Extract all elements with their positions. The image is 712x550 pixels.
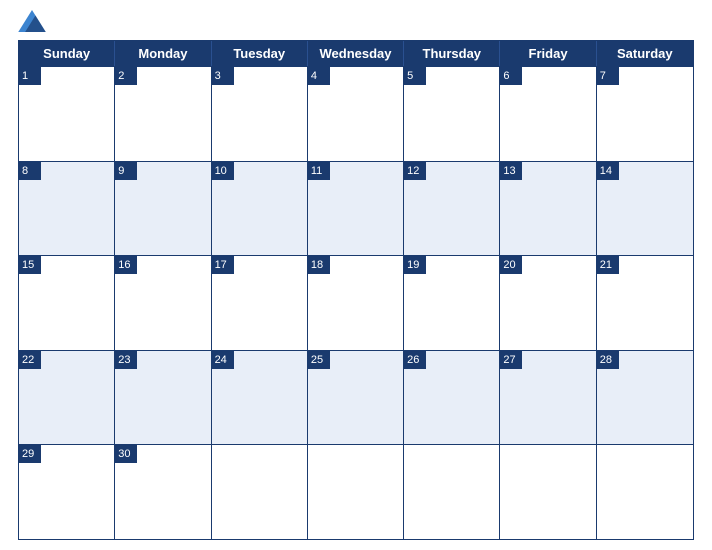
day-number: 22 xyxy=(19,351,41,369)
logo-area xyxy=(18,10,108,34)
day-cell-6: 6 xyxy=(500,67,596,161)
day-cell-1: 1 xyxy=(19,67,115,161)
day-header-tuesday: Tuesday xyxy=(212,41,308,66)
day-number: 14 xyxy=(597,162,619,180)
day-number: 30 xyxy=(115,445,137,463)
day-number: 26 xyxy=(404,351,426,369)
week-row-3: 15 16 17 18 19 20 21 xyxy=(19,255,693,350)
day-cell-24: 24 xyxy=(212,351,308,445)
day-cell-29: 29 xyxy=(19,445,115,539)
day-number: 13 xyxy=(500,162,522,180)
day-cell-22: 22 xyxy=(19,351,115,445)
day-cell-23: 23 xyxy=(115,351,211,445)
day-number: 25 xyxy=(308,351,330,369)
day-number: 7 xyxy=(597,67,619,85)
day-number: 5 xyxy=(404,67,426,85)
day-cell-9: 9 xyxy=(115,162,211,256)
day-cell-15: 15 xyxy=(19,256,115,350)
day-number: 3 xyxy=(212,67,234,85)
day-number: 9 xyxy=(115,162,137,180)
day-cell-30: 30 xyxy=(115,445,211,539)
day-cell-7: 7 xyxy=(597,67,693,161)
day-cell-empty-3 xyxy=(308,445,404,539)
day-cell-11: 11 xyxy=(308,162,404,256)
day-cell-10: 10 xyxy=(212,162,308,256)
day-cell-empty-2 xyxy=(212,445,308,539)
day-cell-19: 19 xyxy=(404,256,500,350)
day-number: 8 xyxy=(19,162,41,180)
day-cell-13: 13 xyxy=(500,162,596,256)
week-row-1: 1 2 3 4 5 6 7 xyxy=(19,66,693,161)
day-number: 6 xyxy=(500,67,522,85)
day-header-wednesday: Wednesday xyxy=(308,41,404,66)
day-cell-21: 21 xyxy=(597,256,693,350)
day-number: 12 xyxy=(404,162,426,180)
header xyxy=(18,10,694,34)
day-number: 1 xyxy=(19,67,41,85)
day-cell-28: 28 xyxy=(597,351,693,445)
day-number: 11 xyxy=(308,162,330,180)
day-cell-empty-5 xyxy=(500,445,596,539)
day-number: 24 xyxy=(212,351,234,369)
day-cell-25: 25 xyxy=(308,351,404,445)
day-cell-2: 2 xyxy=(115,67,211,161)
calendar-page: SundayMondayTuesdayWednesdayThursdayFrid… xyxy=(0,0,712,550)
day-cell-3: 3 xyxy=(212,67,308,161)
day-number: 19 xyxy=(404,256,426,274)
day-header-saturday: Saturday xyxy=(597,41,693,66)
day-cell-5: 5 xyxy=(404,67,500,161)
logo-icon xyxy=(18,10,46,32)
day-cell-26: 26 xyxy=(404,351,500,445)
day-cell-17: 17 xyxy=(212,256,308,350)
day-cell-empty-6 xyxy=(597,445,693,539)
week-row-4: 22 23 24 25 26 27 28 xyxy=(19,350,693,445)
day-number: 23 xyxy=(115,351,137,369)
day-cell-8: 8 xyxy=(19,162,115,256)
week-row-2: 8 9 10 11 12 13 14 xyxy=(19,161,693,256)
day-cell-16: 16 xyxy=(115,256,211,350)
day-cell-12: 12 xyxy=(404,162,500,256)
day-header-sunday: Sunday xyxy=(19,41,115,66)
calendar: SundayMondayTuesdayWednesdayThursdayFrid… xyxy=(18,40,694,540)
day-cell-empty-4 xyxy=(404,445,500,539)
day-number: 16 xyxy=(115,256,137,274)
day-cell-20: 20 xyxy=(500,256,596,350)
day-cell-18: 18 xyxy=(308,256,404,350)
day-header-thursday: Thursday xyxy=(404,41,500,66)
weeks: 1234567891011121314151617181920212223242… xyxy=(19,66,693,539)
day-number: 28 xyxy=(597,351,619,369)
day-number: 2 xyxy=(115,67,137,85)
day-number: 10 xyxy=(212,162,234,180)
day-cell-4: 4 xyxy=(308,67,404,161)
day-header-friday: Friday xyxy=(500,41,596,66)
day-headers: SundayMondayTuesdayWednesdayThursdayFrid… xyxy=(19,41,693,66)
country-label xyxy=(604,10,694,16)
day-number: 17 xyxy=(212,256,234,274)
day-cell-14: 14 xyxy=(597,162,693,256)
week-row-5: 29 30 xyxy=(19,444,693,539)
day-number: 15 xyxy=(19,256,41,274)
day-cell-27: 27 xyxy=(500,351,596,445)
day-number: 29 xyxy=(19,445,41,463)
day-number: 27 xyxy=(500,351,522,369)
day-number: 21 xyxy=(597,256,619,274)
day-number: 4 xyxy=(308,67,330,85)
day-number: 18 xyxy=(308,256,330,274)
day-header-monday: Monday xyxy=(115,41,211,66)
day-number: 20 xyxy=(500,256,522,274)
